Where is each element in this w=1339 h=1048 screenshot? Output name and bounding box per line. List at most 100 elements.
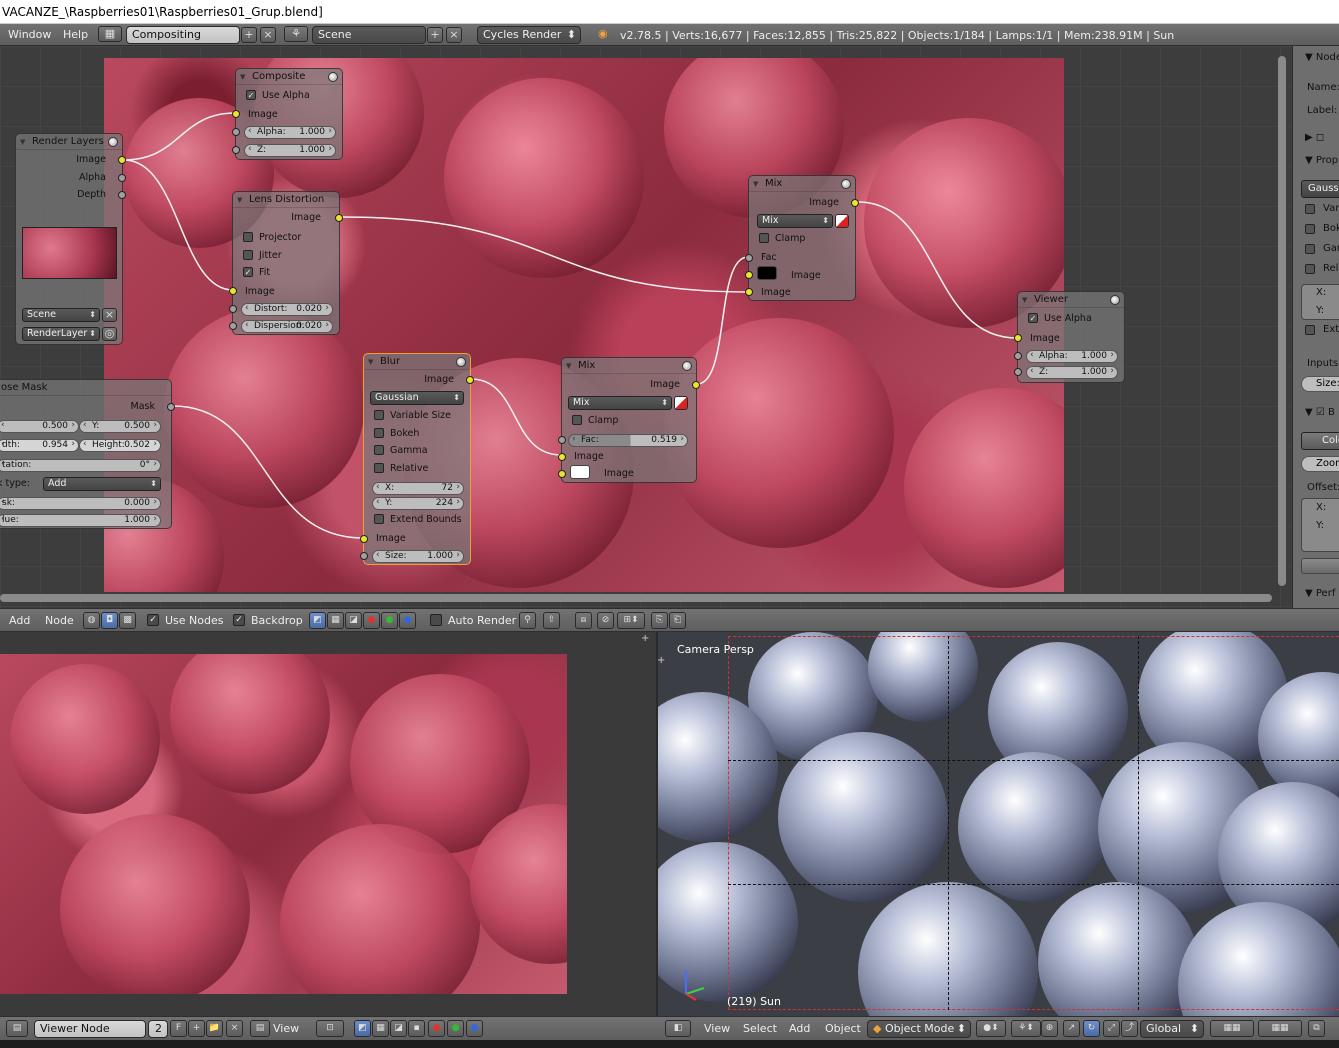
copy-nodes-icon[interactable]: ⎘ (651, 612, 668, 629)
parent-node-tree-icon[interactable]: ⇧ (543, 612, 560, 629)
texture-nodes-icon[interactable]: ▩ (119, 612, 136, 629)
mix-mid-color-swatch[interactable] (570, 465, 590, 479)
bokeh-sidebar-checkbox[interactable] (1305, 224, 1315, 234)
pin-icon[interactable]: ⚲ (519, 612, 536, 629)
blur-filter-select[interactable]: Gaussian (370, 391, 464, 405)
render-layers-scene-clear-icon[interactable]: × (102, 308, 117, 322)
fit-checkbox[interactable]: ✓ (243, 267, 253, 277)
blur-in-socket[interactable] (360, 535, 368, 543)
bokeh-checkbox[interactable] (374, 428, 384, 438)
lens-distortion-in-socket[interactable] (229, 287, 237, 295)
viewer-alpha-field[interactable]: Alpha:1.000 (1026, 350, 1118, 363)
mix-mid-fac-slider[interactable]: Fac:0.519 (568, 434, 688, 447)
transform-orientation-icon[interactable]: ⤴ (1121, 1020, 1138, 1037)
image-display-mode-icon[interactable]: ⊡ (316, 1020, 344, 1037)
mix-mid-preview-icon[interactable] (682, 361, 692, 371)
layers-grid-2-icon[interactable]: ▦▦ (1258, 1020, 1302, 1037)
composite-z-socket[interactable] (232, 146, 240, 154)
backdrop-rgb-icon[interactable]: ▦ (327, 612, 344, 629)
viewer-preview-icon[interactable] (1110, 295, 1120, 305)
snap-element-icon[interactable]: ⊘ (597, 612, 614, 629)
rotate-manipulator-icon[interactable]: ↻ (1083, 1020, 1100, 1037)
view-menu-icon[interactable]: ▤ (250, 1020, 270, 1037)
relative-checkbox[interactable] (374, 463, 384, 473)
screen-layout-field[interactable]: Compositing (126, 26, 240, 44)
translate-manipulator-icon[interactable]: ↗ (1063, 1020, 1080, 1037)
layers-grid-1-icon[interactable]: ▦▦ (1210, 1020, 1254, 1037)
offset-fields[interactable]: X: Y: (1301, 498, 1339, 552)
distort-field[interactable]: Distort:0.020 (241, 303, 333, 316)
render-layers-preview-icon[interactable] (108, 137, 118, 147)
render-layers-scene-select[interactable]: Scene (22, 308, 100, 322)
lens-distortion-node[interactable]: Lens Distortion Image Projector Jitter ✓… (229, 191, 343, 335)
render-engine-select[interactable]: Cycles Render ⬍ (477, 26, 581, 44)
backdrop-checkbox[interactable]: ✓ (233, 614, 245, 626)
render-layers-render-icon[interactable]: ◎ (102, 327, 117, 341)
lock-camera-icon[interactable]: ⧉ (1308, 1020, 1325, 1037)
image-editor[interactable] (0, 632, 655, 1016)
blur-y-field[interactable]: Y:224 (372, 497, 464, 510)
mix-top-out-socket[interactable] (851, 199, 859, 207)
mix-mid-clamp-checkbox[interactable] (572, 415, 582, 425)
compositing-nodes-icon[interactable]: ◘ (101, 612, 118, 629)
render-layers-image-socket[interactable] (118, 156, 126, 164)
viewport-object-menu[interactable]: Object (825, 1022, 861, 1035)
menu-window[interactable]: Window (8, 28, 51, 41)
ellipse-x-field[interactable]: 0.500 (0, 420, 79, 433)
scene-icon[interactable]: ⚘ (284, 26, 308, 42)
shader-nodes-icon[interactable]: ◍ (83, 612, 100, 629)
backdrop-color-button[interactable]: Colo (1301, 432, 1339, 450)
unlink-image-icon[interactable]: × (226, 1020, 243, 1037)
backdrop-panel-header[interactable]: ▼ ☑ B (1305, 407, 1335, 418)
viewer-image-socket[interactable] (1014, 334, 1022, 342)
ellipse-rotation-field[interactable]: tation:0° (0, 459, 161, 472)
mix-mid-image1-socket[interactable] (558, 453, 566, 461)
blur-size-socket[interactable] (360, 552, 368, 560)
node-editor-vertical-scrollbar[interactable] (1278, 56, 1286, 586)
blur-node[interactable]: Blur Image Gaussian Variable Size Bokeh … (360, 353, 474, 565)
composite-preview-icon[interactable] (328, 72, 338, 82)
ellipse-mask-out-socket[interactable] (167, 403, 175, 411)
blur-out-socket[interactable] (466, 376, 474, 384)
composite-alpha-socket[interactable] (232, 128, 240, 136)
image-view-menu[interactable]: View (273, 1022, 299, 1035)
editor-type-image-icon[interactable]: ▤ (6, 1020, 28, 1037)
ellipse-height-field[interactable]: Height:0.502 (79, 439, 161, 452)
ellipse-y-field[interactable]: Y:0.500 (79, 420, 161, 433)
viewport-select-menu[interactable]: Select (743, 1022, 777, 1035)
composite-node[interactable]: Composite ✓ Use Alpha Image Alpha:1.000 … (232, 68, 343, 160)
viewport-shading-icon[interactable]: ●⬍ (976, 1020, 1006, 1037)
extend-bounds-checkbox[interactable] (374, 514, 384, 524)
properties-panel-header[interactable]: ▼ Prop (1305, 155, 1338, 166)
image-blue-icon[interactable]: ● (466, 1020, 483, 1037)
new-image-icon[interactable]: + (188, 1020, 205, 1037)
backdrop-alpha-icon[interactable]: ◪ (345, 612, 362, 629)
mix-node-middle[interactable]: Mix Image Mix Clamp Fac:0.519 Image Imag… (558, 357, 700, 483)
viewport-view-menu[interactable]: View (704, 1022, 730, 1035)
blur-preview-icon[interactable] (456, 357, 466, 367)
viewport-toolbar-toggle-icon[interactable]: + (657, 655, 669, 667)
image-editor-toolbar-toggle-icon[interactable]: + (641, 633, 653, 645)
image-alpha-icon[interactable]: ◪ (390, 1020, 407, 1037)
gamma-checkbox[interactable] (374, 445, 384, 455)
jitter-checkbox[interactable] (243, 250, 253, 260)
mix-top-image2-socket[interactable] (745, 288, 753, 296)
backdrop-red-icon[interactable]: ● (363, 612, 380, 629)
editor-type-3d-icon[interactable]: ◧ (665, 1020, 691, 1037)
variable-size-sidebar-checkbox[interactable] (1305, 204, 1315, 214)
backdrop-green-icon[interactable]: ● (381, 612, 398, 629)
blur-x-field[interactable]: X:72 (372, 482, 464, 495)
viewer-z-socket[interactable] (1014, 368, 1022, 376)
composite-alpha-field[interactable]: Alpha:1.000 (244, 126, 336, 139)
viewer-use-alpha-checkbox[interactable]: ✓ (1028, 313, 1038, 323)
mix-top-fac-socket[interactable] (745, 254, 753, 262)
sidebar-size-field[interactable]: Size: (1301, 376, 1339, 392)
relative-sidebar-checkbox[interactable] (1305, 264, 1315, 274)
mix-node-top[interactable]: Mix Image Mix Clamp Fac Image Image (745, 175, 859, 301)
image-rgba-icon[interactable]: ◩ (354, 1020, 371, 1037)
backdrop-zoom-field[interactable]: Zoom (1301, 456, 1339, 472)
dispersion-socket[interactable] (229, 322, 237, 330)
filter-type-select[interactable]: Gaussi (1301, 180, 1339, 198)
render-layers-node[interactable]: Render Layers Image Alpha Depth Scene × … (15, 133, 126, 345)
snap-icon[interactable]: ⧈ (575, 612, 592, 629)
